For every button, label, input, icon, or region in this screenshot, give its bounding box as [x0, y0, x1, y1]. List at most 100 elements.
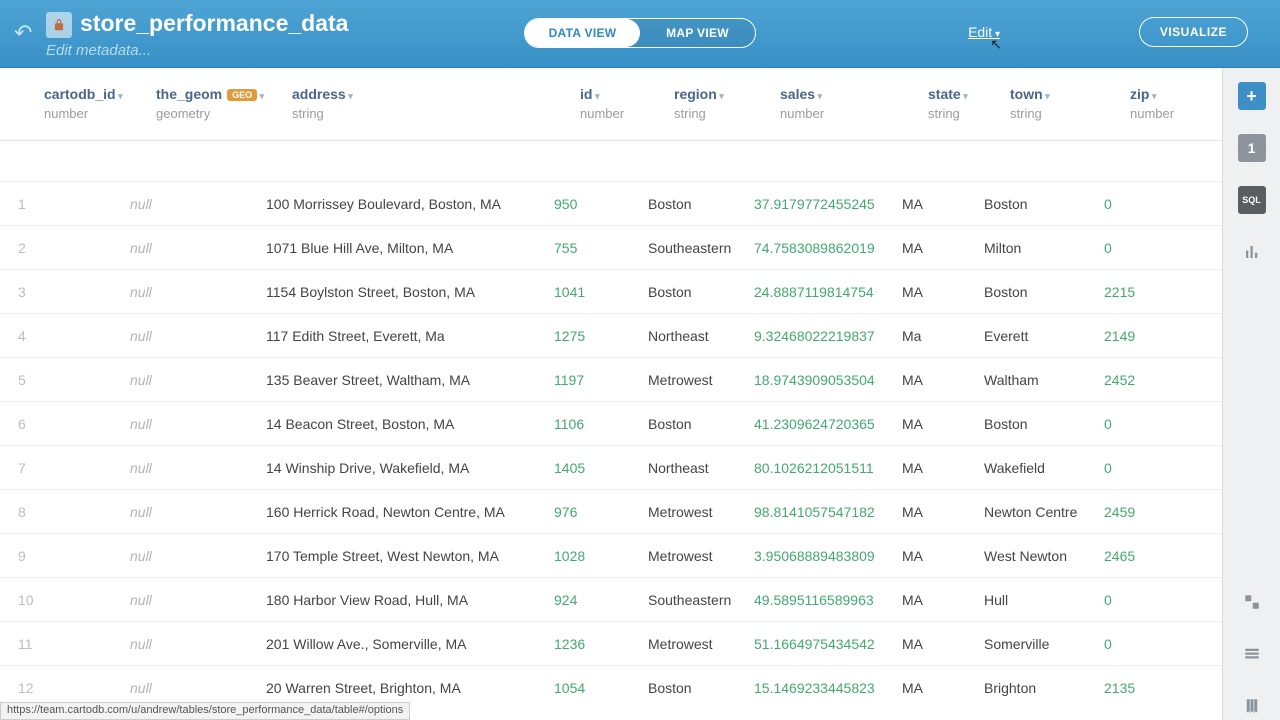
table-row[interactable]: 4null117 Edith Street, Everett, Ma1275No…	[0, 313, 1222, 357]
cell[interactable]: Northeast	[648, 460, 754, 476]
cell[interactable]: 14 Beacon Street, Boston, MA	[266, 416, 554, 432]
cell[interactable]: null	[130, 680, 266, 696]
cell[interactable]: 924	[554, 592, 648, 608]
cell[interactable]: null	[130, 548, 266, 564]
cell[interactable]: MA	[902, 680, 984, 696]
cell[interactable]: null	[130, 592, 266, 608]
merge-icon[interactable]	[1238, 588, 1266, 616]
cell[interactable]: 2465	[1104, 548, 1194, 564]
cell[interactable]: 2215	[1104, 284, 1194, 300]
cell[interactable]: null	[130, 196, 266, 212]
cell[interactable]: 1236	[554, 636, 648, 652]
cell[interactable]: Wakefield	[984, 460, 1104, 476]
chart-icon[interactable]	[1238, 238, 1266, 266]
cell[interactable]: 14 Winship Drive, Wakefield, MA	[266, 460, 554, 476]
cell[interactable]: 18.9743909053504	[754, 372, 902, 388]
column-header-region[interactable]: regionstring	[674, 68, 780, 140]
cell[interactable]: null	[130, 416, 266, 432]
cell[interactable]: 180 Harbor View Road, Hull, MA	[266, 592, 554, 608]
cell[interactable]: 1154 Boylston Street, Boston, MA	[266, 284, 554, 300]
cell[interactable]: null	[130, 240, 266, 256]
cell[interactable]: 41.2309624720365	[754, 416, 902, 432]
cell[interactable]: Boston	[984, 196, 1104, 212]
table-row[interactable]: 8null160 Herrick Road, Newton Centre, MA…	[0, 489, 1222, 533]
cell[interactable]: 74.7583089862019	[754, 240, 902, 256]
cell[interactable]: Metrowest	[648, 504, 754, 520]
cell[interactable]: Boston	[984, 284, 1104, 300]
cell[interactable]: null	[130, 328, 266, 344]
cell[interactable]: MA	[902, 372, 984, 388]
cell[interactable]: MA	[902, 284, 984, 300]
cell[interactable]: MA	[902, 460, 984, 476]
table-row[interactable]: 6null14 Beacon Street, Boston, MA1106Bos…	[0, 401, 1222, 445]
cell[interactable]: Ma	[902, 328, 984, 344]
visualize-button[interactable]: VISUALIZE	[1139, 17, 1248, 47]
cell[interactable]: Metrowest	[648, 548, 754, 564]
cell[interactable]: 117 Edith Street, Everett, Ma	[266, 328, 554, 344]
cell[interactable]: 755	[554, 240, 648, 256]
cell[interactable]: Newton Centre	[984, 504, 1104, 520]
cell[interactable]: Brighton	[984, 680, 1104, 696]
cell[interactable]: null	[130, 372, 266, 388]
cell[interactable]: Somerville	[984, 636, 1104, 652]
bookmark-icon[interactable]	[1238, 692, 1266, 720]
cell[interactable]: 950	[554, 196, 648, 212]
column-header-sales[interactable]: salesnumber	[780, 68, 928, 140]
table-row[interactable]: 5null135 Beaver Street, Waltham, MA1197M…	[0, 357, 1222, 401]
column-header-zip[interactable]: zipnumber	[1130, 68, 1220, 140]
cell[interactable]: 1275	[554, 328, 648, 344]
cell[interactable]: 1054	[554, 680, 648, 696]
cell[interactable]: 0	[1104, 636, 1194, 652]
table-row[interactable]: 3null1154 Boylston Street, Boston, MA104…	[0, 269, 1222, 313]
column-header-town[interactable]: townstring	[1010, 68, 1130, 140]
back-icon[interactable]: ↶	[14, 20, 32, 46]
edit-metadata-link[interactable]: Edit metadata...	[46, 42, 151, 59]
column-header-id[interactable]: idnumber	[580, 68, 674, 140]
cell[interactable]: 1041	[554, 284, 648, 300]
table-row[interactable]: 7null14 Winship Drive, Wakefield, MA1405…	[0, 445, 1222, 489]
table-row[interactable]: 1null100 Morrissey Boulevard, Boston, MA…	[0, 181, 1222, 225]
cell[interactable]: 37.9179772455245	[754, 196, 902, 212]
cell[interactable]: Metrowest	[648, 636, 754, 652]
cell[interactable]: 1106	[554, 416, 648, 432]
cell[interactable]: 0	[1104, 592, 1194, 608]
cell[interactable]: West Newton	[984, 548, 1104, 564]
cell[interactable]: 2459	[1104, 504, 1194, 520]
cell[interactable]: null	[130, 636, 266, 652]
cell[interactable]: 24.8887119814754	[754, 284, 902, 300]
cell[interactable]: 0	[1104, 460, 1194, 476]
cell[interactable]: 20 Warren Street, Brighton, MA	[266, 680, 554, 696]
cell[interactable]: Boston	[648, 196, 754, 212]
cell[interactable]: 9.32468022219837	[754, 328, 902, 344]
cell[interactable]: MA	[902, 636, 984, 652]
table-title[interactable]: store_performance_data	[80, 10, 348, 37]
cell[interactable]: Boston	[984, 416, 1104, 432]
cell[interactable]: 1028	[554, 548, 648, 564]
table-row[interactable]: 2null1071 Blue Hill Ave, Milton, MA755So…	[0, 225, 1222, 269]
table-row[interactable]: 9null170 Temple Street, West Newton, MA1…	[0, 533, 1222, 577]
table-row[interactable]: 10null180 Harbor View Road, Hull, MA924S…	[0, 577, 1222, 621]
cell[interactable]: Southeastern	[648, 240, 754, 256]
rows-icon[interactable]	[1238, 640, 1266, 668]
cell[interactable]: 98.8141057547182	[754, 504, 902, 520]
column-header-the_geom[interactable]: the_geomGEOgeometry	[156, 68, 292, 140]
cell[interactable]: 2452	[1104, 372, 1194, 388]
cell[interactable]: 1405	[554, 460, 648, 476]
lock-icon[interactable]	[46, 12, 72, 38]
cell[interactable]: MA	[902, 504, 984, 520]
map-view-tab[interactable]: MAP VIEW	[640, 19, 755, 47]
cell[interactable]: Hull	[984, 592, 1104, 608]
table-row[interactable]: 11null201 Willow Ave., Somerville, MA123…	[0, 621, 1222, 665]
cell[interactable]: Waltham	[984, 372, 1104, 388]
cell[interactable]: 3.95068889483809	[754, 548, 902, 564]
cell[interactable]: MA	[902, 416, 984, 432]
cell[interactable]: 2135	[1104, 680, 1194, 696]
cell[interactable]: 976	[554, 504, 648, 520]
cell[interactable]: 1071 Blue Hill Ave, Milton, MA	[266, 240, 554, 256]
cell[interactable]: 1197	[554, 372, 648, 388]
cell[interactable]: 0	[1104, 240, 1194, 256]
cell[interactable]: Southeastern	[648, 592, 754, 608]
cell[interactable]: MA	[902, 548, 984, 564]
cell[interactable]: Boston	[648, 416, 754, 432]
column-header-state[interactable]: statestring	[928, 68, 1010, 140]
